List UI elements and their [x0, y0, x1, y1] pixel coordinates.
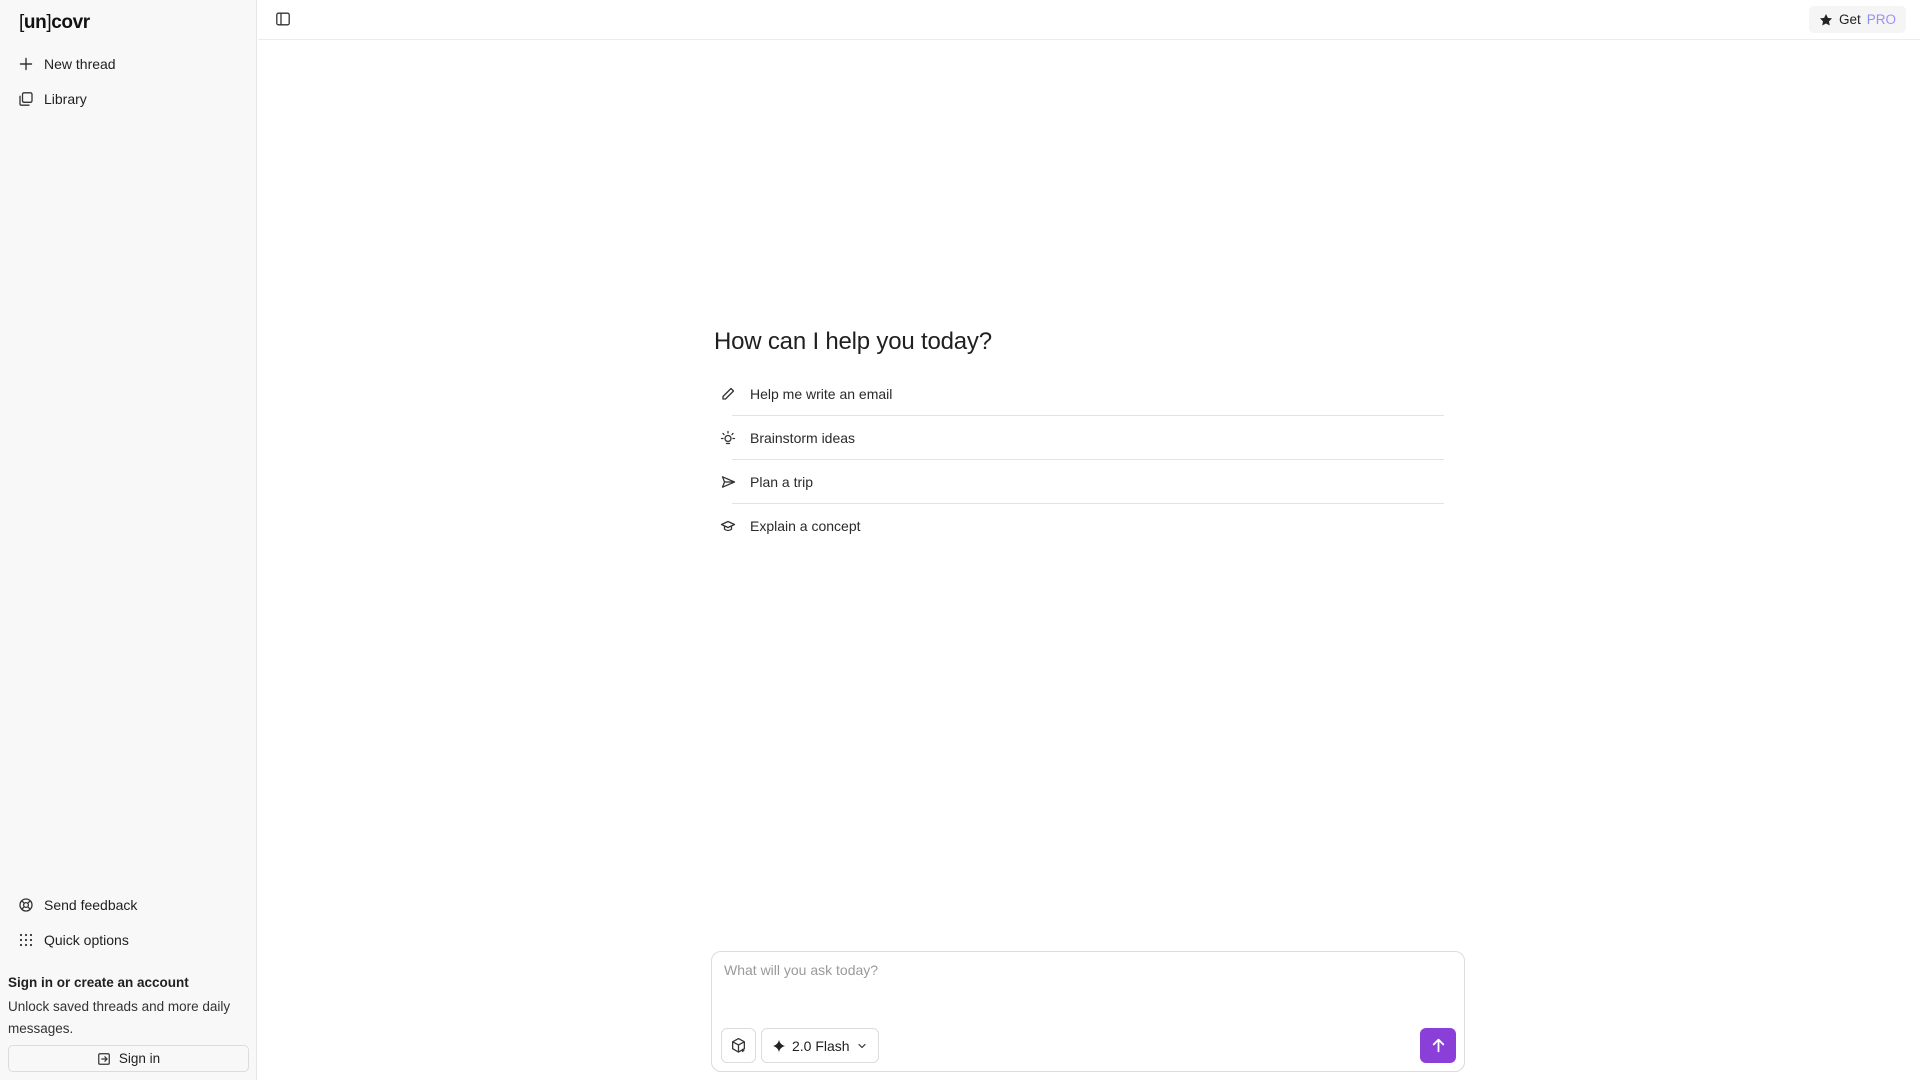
graduation-cap-icon: [720, 520, 736, 532]
get-pro-prefix: Get: [1838, 12, 1861, 27]
suggestion-label: Plan a trip: [750, 474, 814, 490]
feedback-icon: [19, 898, 33, 912]
pro-highlight: PRO: [1866, 12, 1896, 27]
top-bar: Get PRO: [258, 0, 1920, 40]
logo-un: un: [23, 12, 47, 33]
sidebar-toggle-icon: [276, 12, 290, 26]
plus-icon: [19, 57, 33, 71]
greeting-heading: How can I help you today?: [714, 328, 992, 355]
message-composer: 2.0 Flash: [711, 951, 1465, 1072]
chevron-down-icon: [857, 1043, 866, 1048]
library-button[interactable]: Library: [8, 83, 249, 115]
logo-rest: covr: [51, 12, 90, 33]
star-icon: [1819, 13, 1833, 26]
model-label: 2.0 Flash: [792, 1037, 850, 1054]
signin-title: Sign in or create an account: [8, 975, 189, 990]
new-thread-label: New thread: [44, 56, 116, 72]
suggestion-label: Explain a concept: [750, 518, 861, 534]
suggestion-label: Help me write an email: [750, 386, 893, 402]
signin-description: Unlock saved threads and more daily mess…: [8, 999, 231, 1036]
quick-options-button[interactable]: Quick options: [8, 924, 249, 956]
sign-in-button[interactable]: Sign in: [8, 1045, 249, 1072]
suggestion-explain-concept[interactable]: Explain a concept: [714, 504, 1444, 548]
message-input[interactable]: [724, 962, 1444, 1002]
get-pro-button[interactable]: Get PRO: [1808, 6, 1906, 33]
library-label: Library: [44, 91, 87, 107]
app-logo[interactable]: [un] covr: [19, 12, 90, 34]
library-icon: [19, 92, 33, 106]
sparkle-icon: [772, 1039, 786, 1052]
sidebar-toggle-button[interactable]: [272, 8, 294, 30]
send-feedback-label: Send feedback: [44, 897, 138, 913]
suggestion-list: Help me write an email Brainstorm ideas …: [714, 372, 1444, 548]
pencil-icon: [722, 387, 735, 400]
suggestion-label: Brainstorm ideas: [750, 430, 856, 446]
suggestion-plan-trip[interactable]: Plan a trip: [714, 460, 1444, 504]
box-plus-icon: [732, 1037, 745, 1053]
new-thread-button[interactable]: New thread: [8, 48, 249, 80]
quick-options-label: Quick options: [44, 932, 129, 948]
sidebar: [un] covr New thread Library Send feedbac…: [0, 0, 257, 1080]
suggestion-brainstorm[interactable]: Brainstorm ideas: [714, 416, 1444, 460]
send-feedback-button[interactable]: Send feedback: [8, 889, 249, 921]
suggestion-write-email[interactable]: Help me write an email: [714, 372, 1444, 416]
arrow-up-icon: [1432, 1038, 1444, 1053]
plane-icon: [721, 476, 736, 488]
lightbulb-icon: [720, 430, 736, 445]
send-button[interactable]: [1420, 1028, 1456, 1063]
signin-promo: Sign in or create an account Unlock save…: [8, 974, 249, 1040]
attach-button[interactable]: [721, 1028, 756, 1063]
grid-icon: [19, 933, 33, 947]
sign-in-icon: [97, 1052, 110, 1065]
model-selector[interactable]: 2.0 Flash: [761, 1028, 879, 1063]
sign-in-label: Sign in: [118, 1051, 161, 1066]
